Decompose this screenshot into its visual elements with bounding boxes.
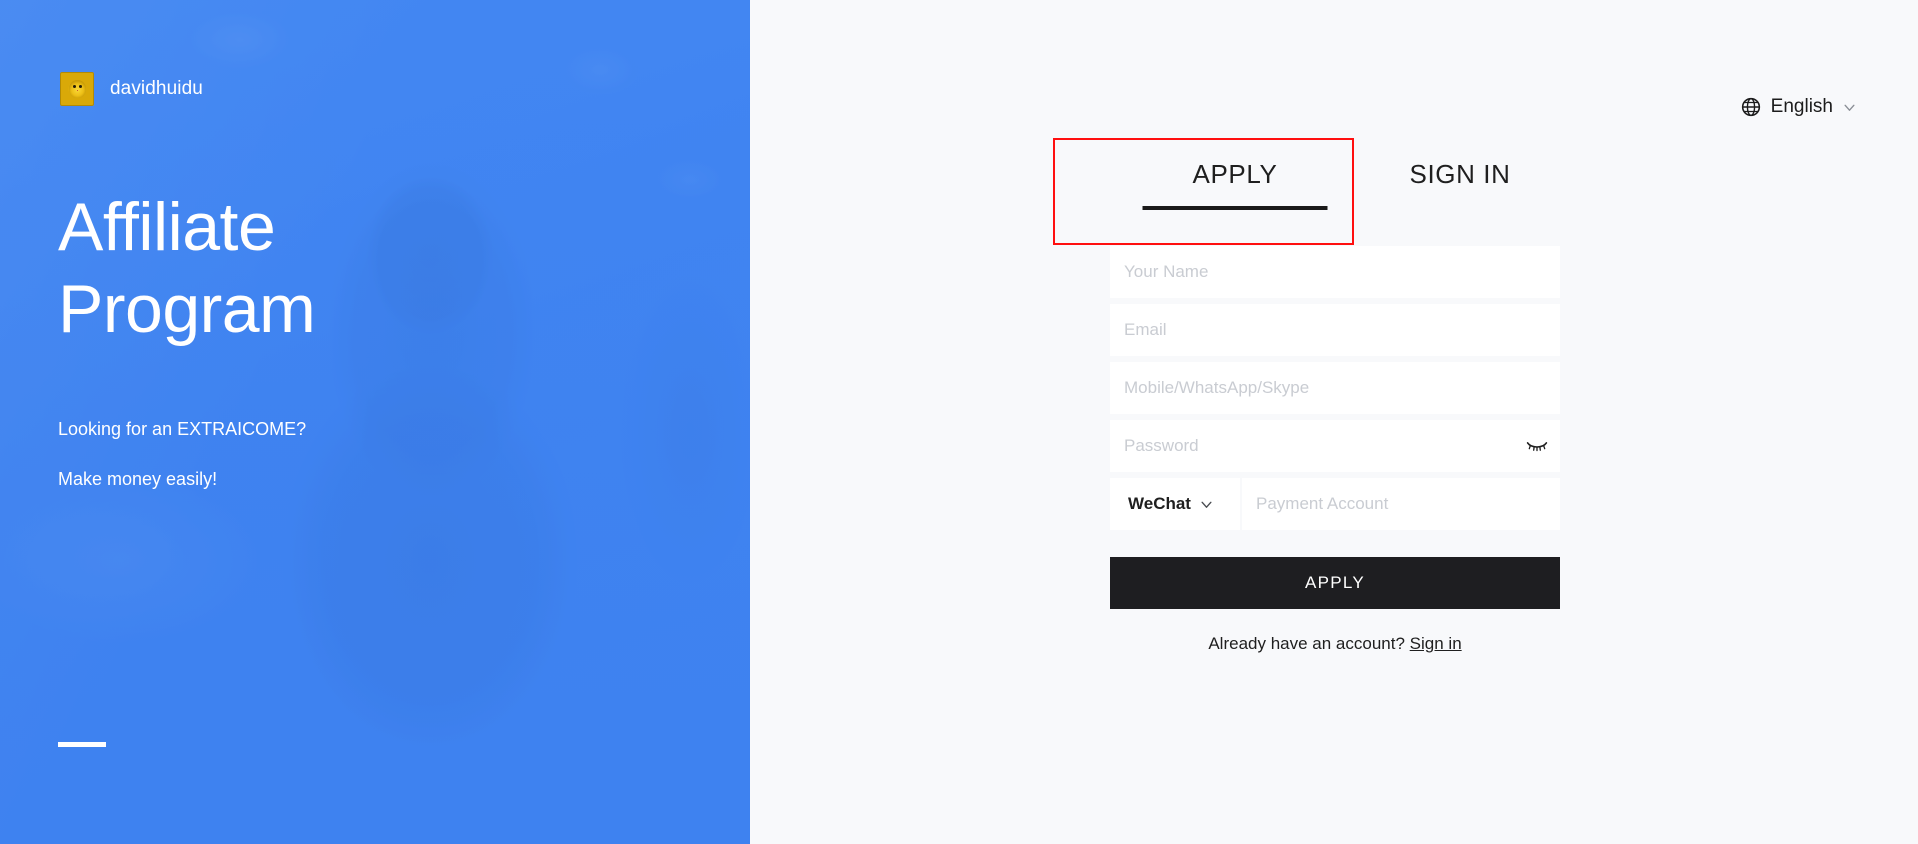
tab-sign-in-label: SIGN IN	[1409, 158, 1511, 189]
name-input[interactable]	[1110, 246, 1560, 298]
payment-method-label: WeChat	[1128, 494, 1191, 513]
brand-logo-group[interactable]: davidhuidu	[60, 72, 203, 106]
chevron-down-icon	[1844, 104, 1855, 111]
language-selector[interactable]: English	[1741, 96, 1856, 118]
affiliate-signup-page: davidhuidu Affiliate Program Looking for…	[0, 0, 1918, 844]
hero-divider-bar	[58, 742, 106, 747]
tab-apply-label: APPLY	[1192, 158, 1278, 189]
globe-icon	[1741, 97, 1760, 117]
hero-title-line2: Program	[58, 271, 316, 347]
hero-title-line1: Affiliate	[58, 189, 276, 265]
auth-panel: English APPLY SIGN IN Your Name Email Mo…	[750, 0, 1918, 844]
auth-tabs: APPLY SIGN IN	[1053, 138, 1560, 246]
hero-panel: davidhuidu Affiliate Program Looking for…	[0, 0, 750, 844]
payment-row: WeChat	[1110, 478, 1560, 530]
payment-account-field-wrapper	[1242, 478, 1560, 530]
password-field-wrapper	[1110, 420, 1560, 472]
language-label: English	[1770, 96, 1833, 117]
hero-subtitle-line1: Looking for an EXTRAICOME?	[58, 419, 307, 439]
sign-in-link[interactable]: Sign in	[1410, 634, 1462, 653]
password-visibility-toggle[interactable]	[1514, 420, 1560, 472]
brand-name: davidhuidu	[110, 78, 203, 99]
apply-tab-highlight-box	[1053, 138, 1354, 245]
password-input[interactable]	[1110, 420, 1514, 472]
chevron-down-icon	[1201, 501, 1212, 508]
email-field-wrapper	[1110, 304, 1560, 356]
tab-sign-in[interactable]: SIGN IN	[1360, 138, 1560, 210]
name-field-wrapper	[1110, 246, 1560, 298]
payment-account-input[interactable]	[1242, 478, 1560, 530]
hero-subtitle-line2: Make money easily!	[58, 469, 218, 489]
contact-input[interactable]	[1110, 362, 1560, 414]
contact-field-wrapper	[1110, 362, 1560, 414]
sign-in-prompt: Already have an account? Sign in	[1110, 634, 1560, 654]
tab-active-underline	[1142, 206, 1328, 210]
apply-form: WeChat APPLY Already have an account? Si…	[1110, 246, 1560, 654]
payment-method-select[interactable]: WeChat	[1110, 478, 1240, 530]
pikachu-avatar-icon	[60, 72, 94, 106]
auth-card: APPLY SIGN IN Your Name Email Mobile/Wha…	[1053, 138, 1560, 654]
sign-in-prompt-text: Already have an account?	[1208, 634, 1405, 653]
hero-text-block: Affiliate Program Looking for an EXTRAIC…	[58, 186, 316, 504]
tab-apply[interactable]: APPLY	[1053, 138, 1360, 245]
eye-closed-icon	[1526, 442, 1548, 452]
apply-submit-button[interactable]: APPLY	[1110, 557, 1560, 609]
email-input[interactable]	[1110, 304, 1560, 356]
